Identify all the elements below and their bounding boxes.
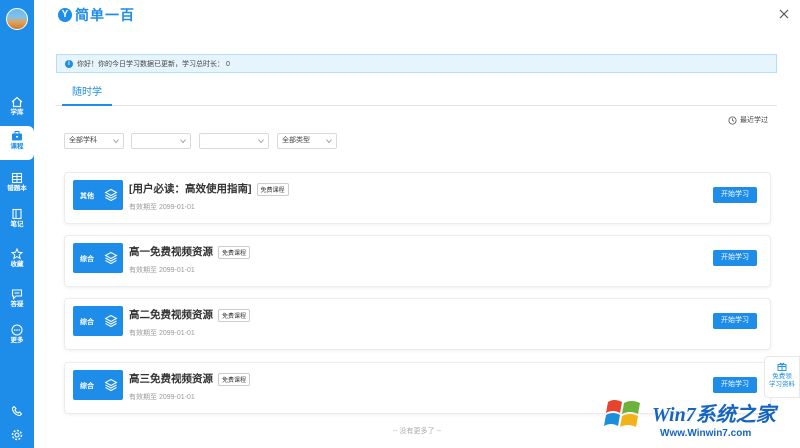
course-category: 综合 [80, 319, 94, 326]
grade-select[interactable] [131, 133, 191, 149]
tab-bar: 随时学 [56, 84, 777, 106]
settings-button[interactable] [0, 426, 34, 444]
sidebar-item-label: 课程 [10, 143, 24, 150]
sidebar-item-label: 更多 [10, 337, 24, 344]
chevron-down-icon [326, 139, 332, 144]
chevron-down-icon [258, 139, 264, 144]
course-category-tag: 其他 [73, 180, 123, 210]
layers-icon [104, 378, 118, 392]
close-icon [779, 9, 789, 19]
sidebar-item-label: 笔记 [10, 221, 24, 228]
chevron-down-icon [113, 139, 119, 144]
recent-label: 最近学过 [740, 117, 768, 124]
sidebar-item-xueku[interactable]: 学库 [0, 92, 34, 126]
layers-icon [104, 251, 118, 265]
info-icon: i [65, 59, 73, 68]
course-title: 高三免费视频资源 [129, 373, 213, 385]
start-learning-button[interactable]: 开始学习 [713, 377, 757, 393]
sidebar-item-gengduo[interactable]: 更多 [0, 320, 34, 354]
course-expiry: 有效期至 2099-01-01 [129, 204, 195, 211]
course-title-row: 高二免费视频资源 免费课程 [129, 307, 251, 322]
free-course-badge: 免费课程 [218, 372, 251, 386]
course-category: 综合 [80, 383, 94, 390]
free-course-badge: 免费课程 [218, 245, 251, 259]
sidebar-item-biji[interactable]: 笔记 [0, 204, 34, 238]
course-title: 高二免费视频资源 [129, 309, 213, 321]
chevron-down-icon [180, 139, 186, 144]
course-expiry: 有效期至 2099-01-01 [129, 267, 195, 274]
main-panel: Y 简单一百 i 你好！你的今日学习数据已更新，学习总时长： 0 随时学 最近学… [34, 0, 800, 448]
recent-learned-button[interactable]: 最近学过 [728, 115, 768, 125]
course-category: 其他 [80, 193, 94, 200]
windows-logo-icon [604, 400, 640, 427]
star-icon [11, 248, 23, 260]
type-select[interactable]: 全部类型 [277, 133, 337, 149]
close-button[interactable] [778, 8, 790, 20]
watermark-title: Win7系统之家 [652, 404, 776, 426]
briefcase-icon [12, 131, 22, 141]
layers-icon [104, 314, 118, 328]
subject-select[interactable]: 全部学科 [64, 133, 124, 149]
sidebar-item-dayi[interactable]: 答疑 [0, 284, 34, 318]
sidebar-item-label: 学库 [10, 109, 24, 116]
sidebar-item-shoucang[interactable]: 收藏 [0, 244, 34, 278]
sidebar-item-label: 收藏 [10, 261, 24, 268]
free-course-badge: 免费课程 [218, 308, 251, 322]
watermark-url: Www.Winwin7.com [660, 428, 752, 439]
site-watermark: Win7系统之家 Www.Winwin7.com [600, 392, 800, 448]
avatar[interactable] [6, 8, 28, 30]
title-bar: Y 简单一百 [34, 0, 800, 30]
course-card[interactable]: 其他 [用户必读：高效使用指南] 免费课程 有效期至 2099-01-01 开始学… [64, 172, 771, 224]
course-expiry: 有效期至 2099-01-01 [129, 394, 195, 401]
course-title-row: [用户必读：高效使用指南] 免费课程 [129, 181, 289, 196]
tab-suishixue[interactable]: 随时学 [62, 84, 112, 106]
notice-text: 你好！你的今日学习数据已更新，学习总时长： 0 [77, 60, 230, 68]
course-category-tag: 综合 [73, 243, 123, 273]
course-title-row: 高一免费视频资源 免费课程 [129, 244, 251, 259]
promo-line1: 免费领 [772, 373, 792, 380]
contact-button[interactable] [0, 402, 34, 420]
sidebar-item-label: 答疑 [10, 301, 24, 308]
notebook-icon [12, 208, 22, 220]
notice-bar: i 你好！你的今日学习数据已更新，学习总时长： 0 [56, 54, 777, 73]
more-icon [11, 324, 23, 336]
start-learning-button[interactable]: 开始学习 [713, 313, 757, 329]
app-logo: Y 简单一百 [58, 7, 135, 23]
course-category-tag: 综合 [73, 370, 123, 400]
course-title: 高一免费视频资源 [129, 246, 213, 258]
phone-icon [11, 405, 23, 417]
course-category-tag: 综合 [73, 306, 123, 336]
promo-line2: 学习资料 [769, 381, 795, 388]
course-title-row: 高三免费视频资源 免费课程 [129, 371, 251, 386]
type-select-value: 全部类型 [282, 137, 310, 144]
chat-icon [11, 289, 23, 300]
layers-icon [104, 188, 118, 202]
sidebar: 学库 课程 错题本 笔记 收藏 答疑 更多 [0, 0, 34, 448]
free-course-badge: 免费课程 [256, 182, 289, 196]
app-name: 简单一百 [75, 7, 135, 23]
history-icon [728, 115, 737, 125]
subject-select-value: 全部学科 [69, 137, 97, 144]
start-learning-button[interactable]: 开始学习 [713, 250, 757, 266]
sidebar-item-label: 错题本 [7, 185, 27, 192]
sidebar-item-kecheng[interactable]: 课程 [0, 126, 34, 160]
gift-icon [777, 362, 787, 371]
sidebar-item-cuotiben[interactable]: 错题本 [0, 168, 34, 202]
home-icon [11, 96, 23, 108]
grid-book-icon [11, 172, 23, 184]
course-card[interactable]: 综合 高二免费视频资源 免费课程 有效期至 2099-01-01 开始学习 [64, 298, 771, 350]
course-title: [用户必读：高效使用指南] [129, 183, 252, 195]
course-category: 综合 [80, 256, 94, 263]
course-expiry: 有效期至 2099-01-01 [129, 330, 195, 337]
settings-icon [11, 429, 23, 441]
start-learning-button[interactable]: 开始学习 [713, 187, 757, 203]
course-card[interactable]: 综合 高一免费视频资源 免费课程 有效期至 2099-01-01 开始学习 [64, 235, 771, 287]
version-select[interactable] [199, 133, 269, 149]
logo-mark: Y [58, 8, 72, 22]
